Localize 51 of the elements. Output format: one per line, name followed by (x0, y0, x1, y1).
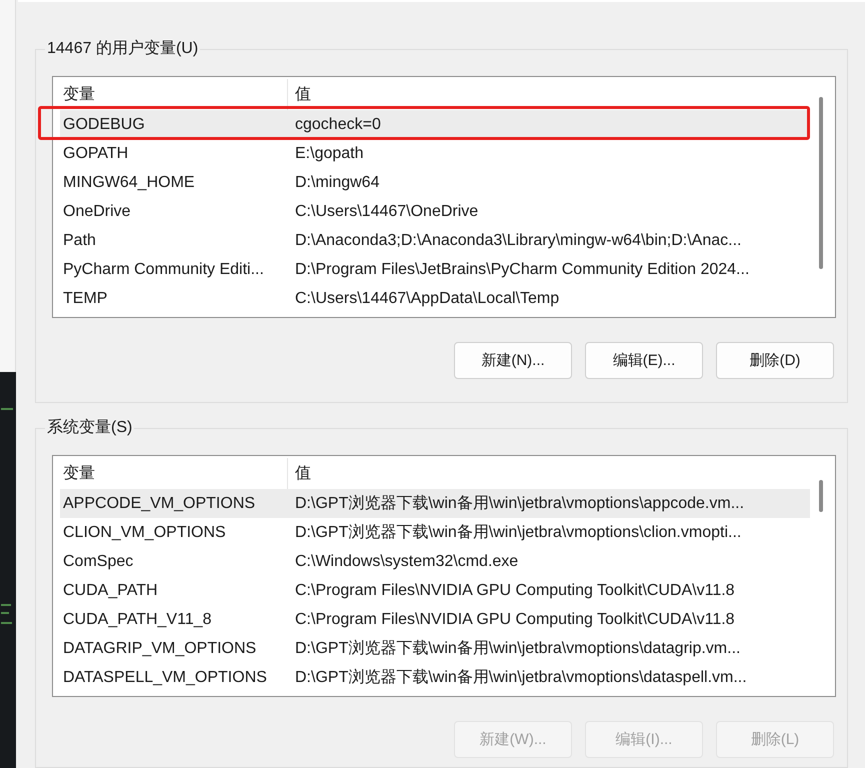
variable-value: D:\GPT浏览器下载\win备用\win\jetbra\vmoptions\dataspell.vm... (294, 668, 748, 688)
list-row[interactable]: CUDA_PATH_V11_8 C:\Program Files\NVIDIA GPU Computing Toolkit\CUDA\v11.8 (60, 605, 810, 634)
group-title: 系统变量(S) (45, 418, 134, 438)
variable-value: D:\GPT浏览器下载\win备用\win\jetbra\vmoptions\appcode.vm... (294, 494, 746, 514)
list-row[interactable]: CUDA_PATH C:\Program Files\NVIDIA GPU Computing Toolkit\CUDA\v11.8 (60, 576, 810, 605)
variable-value: C:\Windows\system32\cmd.exe (294, 552, 520, 570)
variable-name: APPCODE_VM_OPTIONS (62, 494, 256, 512)
variable-value: E:\gopath (294, 144, 364, 162)
variable-name: PyCharm Community Editi... (62, 260, 265, 278)
list-row[interactable]: CLION_VM_OPTIONS D:\GPT浏览器下载\win备用\win\jetbra\vmoptions\clion.vmopti... (60, 518, 810, 547)
variable-value: C:\Program Files\NVIDIA GPU Computing Toolkit\CUDA\v11.8 (294, 610, 736, 628)
variable-name: CLION_VM_OPTIONS (62, 524, 227, 542)
variable-value: D:\mingw64 (294, 174, 380, 192)
variable-name: TEMP (62, 290, 108, 308)
list-row[interactable]: OneDrive C:\Users\14467\OneDrive (60, 197, 810, 226)
variable-name: Path (62, 232, 97, 250)
variable-value: D:\Program Files\JetBrains\PyCharm Community Edition 2024... (294, 260, 750, 278)
variable-value: C:\Users\14467\AppData\Local\Temp (294, 290, 560, 308)
scrollbar[interactable] (819, 480, 823, 512)
list-row[interactable]: DATASPELL_VM_OPTIONS D:\GPT浏览器下载\win备用\win\jetbra\vmoptions\dataspell.vm... (60, 663, 810, 692)
variable-name: MINGW64_HOME (62, 174, 196, 192)
variable-value: D:\GPT浏览器下载\win备用\win\jetbra\vmoptions\datagrip.vm... (294, 638, 742, 659)
column-header[interactable]: 变量 (60, 458, 287, 489)
list-row[interactable]: ComSpec C:\Windows\system32\cmd.exe (60, 547, 810, 576)
dialog-button[interactable]: 删除(D) (716, 342, 834, 379)
scrollbar[interactable] (819, 97, 823, 269)
variable-value: D:\Anaconda3;D:\Anaconda3\Library\mingw-w64\bin;D:\Anac... (294, 232, 742, 250)
variable-name: DATAGRIP_VM_OPTIONS (62, 640, 258, 658)
list-row[interactable]: MINGW64_HOME D:\mingw64 (60, 168, 810, 197)
list-row[interactable]: GOPATH E:\gopath (60, 139, 810, 168)
variable-name: GODEBUG (62, 116, 146, 134)
list-row[interactable]: TEMP C:\Users\14467\AppData\Local\Temp (60, 284, 810, 313)
list-row[interactable]: Path D:\Anaconda3;D:\Anaconda3\Library\mingw-w64\bin;D:\Anac... (60, 226, 810, 255)
column-header[interactable]: 变量 (60, 79, 287, 110)
variable-name: ComSpec (62, 552, 134, 570)
variable-value: C:\Users\14467\OneDrive (294, 202, 480, 220)
variable-name: GOPATH (62, 144, 130, 162)
list-row[interactable]: PyCharm Community Editi... D:\Program Files\JetBrains\PyCharm Community Edition 2024... (60, 255, 810, 284)
variable-value: C:\Program Files\NVIDIA GPU Computing Toolkit\CUDA\v11.8 (294, 582, 736, 600)
variable-value: D:\GPT浏览器下载\win备用\win\jetbra\vmoptions\clion.vmopti... (294, 522, 742, 543)
list-row[interactable]: GODEBUG cgocheck=0 (60, 110, 810, 139)
variable-name: CUDA_PATH_V11_8 (62, 610, 213, 628)
dialog-button[interactable]: 新建(N)... (454, 342, 572, 379)
variable-name: DATASPELL_VM_OPTIONS (62, 668, 268, 686)
dialog-button[interactable]: 编辑(E)... (585, 342, 703, 379)
variable-name: OneDrive (62, 202, 132, 220)
variable-name: CUDA_PATH (62, 582, 159, 600)
list-row[interactable]: DATAGRIP_VM_OPTIONS D:\GPT浏览器下载\win备用\win\jetbra\vmoptions\datagrip.vm... (60, 634, 810, 663)
variable-value: cgocheck=0 (294, 116, 382, 134)
group-title: 14467 的用户变量(U) (45, 39, 200, 59)
list-row[interactable]: APPCODE_VM_OPTIONS D:\GPT浏览器下载\win备用\win\jetbra\vmoptions\appcode.vm... (60, 489, 810, 518)
